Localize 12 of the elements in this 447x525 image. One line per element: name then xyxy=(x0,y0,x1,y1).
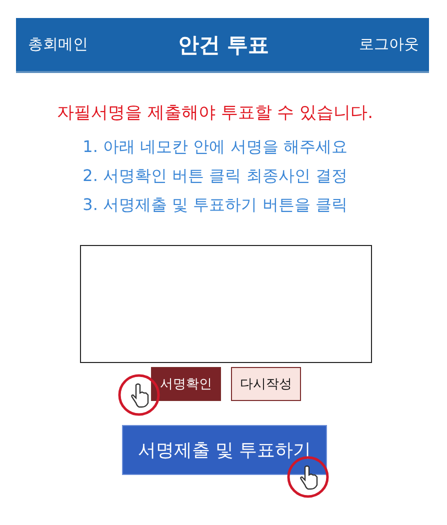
instruction-text: 1. 아래 네모칸 안에 서명을 해주세요 xyxy=(82,136,348,158)
logout-link[interactable]: 로그아웃 xyxy=(359,35,419,54)
instruction-text: 3. 서명제출 및 투표하기 버튼을 클릭 xyxy=(82,194,348,216)
instruction-text: 2. 서명확인 버튼 클릭 최종사인 결정 xyxy=(82,165,348,187)
confirm-signature-button[interactable]: 서명확인 xyxy=(151,367,221,401)
main-link[interactable]: 총회메인 xyxy=(28,35,88,54)
notice-text: 자필서명을 제출해야 투표할 수 있습니다. xyxy=(56,102,374,124)
submit-vote-button[interactable]: 서명제출 및 투표하기 xyxy=(122,425,327,475)
pointer-hand-icon xyxy=(117,373,161,417)
rewrite-button[interactable]: 다시작성 xyxy=(231,367,301,401)
signature-pad[interactable] xyxy=(80,245,372,363)
page-title: 안건 투표 xyxy=(178,32,270,58)
